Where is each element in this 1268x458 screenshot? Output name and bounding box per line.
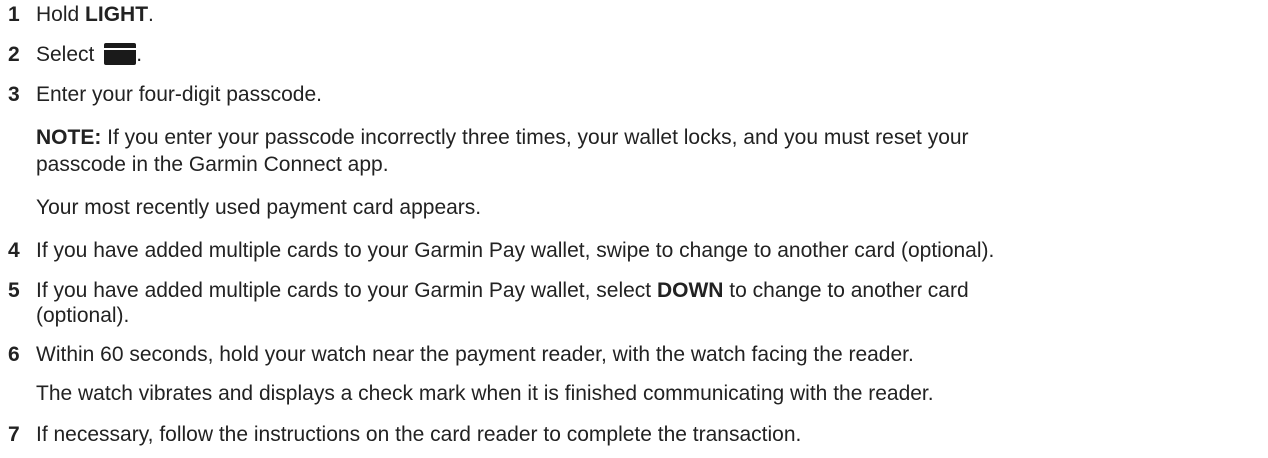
note-text-1: If you enter your passcode incorrectly t… (101, 126, 969, 149)
note-paragraph: NOTE: If you enter your passcode incorre… (36, 124, 969, 178)
step-6-result: The watch vibrates and displays a check … (36, 382, 934, 405)
step-6: 6 Within 60 seconds, hold your watch nea… (8, 342, 914, 367)
step-1: 1 Hold LIGHT. (8, 2, 154, 27)
step-number: 5 (8, 279, 20, 302)
step-2: 2 Select . (8, 42, 142, 67)
step-text-pre: If you have added multiple cards to your… (36, 279, 657, 302)
step-3-result: Your most recently used payment card app… (36, 196, 482, 219)
step-7: 7 If necessary, follow the instructions … (8, 422, 801, 447)
step-3: 3 Enter your four-digit passcode. (8, 82, 322, 107)
step-number: 1 (8, 3, 20, 26)
step-text-pre: Hold (36, 3, 86, 26)
card-icon (104, 43, 137, 65)
step-text-post: to change to another card (723, 279, 969, 302)
step-5-line-1: If you have added multiple cards to your… (36, 278, 969, 303)
step-text: If necessary, follow the instructions on… (36, 423, 802, 446)
step-text: Select . (36, 42, 142, 67)
note-line-2: passcode in the Garmin Connect app. (36, 153, 389, 176)
step-text: If you have added multiple cards to your… (36, 239, 995, 262)
button-name-down: DOWN (656, 279, 724, 302)
step-text: If you have added multiple cards to your… (36, 278, 969, 328)
step-number: 2 (8, 43, 20, 66)
step-number: 7 (8, 423, 20, 446)
button-name-light: LIGHT (85, 3, 149, 26)
step-number: 6 (8, 343, 20, 366)
step-text: Enter your four-digit passcode. (36, 83, 322, 106)
step-5: 5 If you have added multiple cards to yo… (8, 278, 969, 328)
note-label: NOTE: (36, 126, 102, 149)
step-number: 3 (8, 83, 20, 106)
step-4: 4 If you have added multiple cards to yo… (8, 238, 994, 263)
step-5-line-2: (optional). (36, 304, 130, 327)
step-number: 4 (8, 239, 20, 262)
step-text: Hold LIGHT. (36, 2, 154, 27)
note-line-1: NOTE: If you enter your passcode incorre… (36, 124, 969, 151)
step-text-post: . (148, 3, 154, 26)
step-text-pre: Select (36, 43, 101, 66)
step-text-post: . (136, 43, 143, 66)
step-text: Within 60 seconds, hold your watch near … (36, 343, 914, 366)
